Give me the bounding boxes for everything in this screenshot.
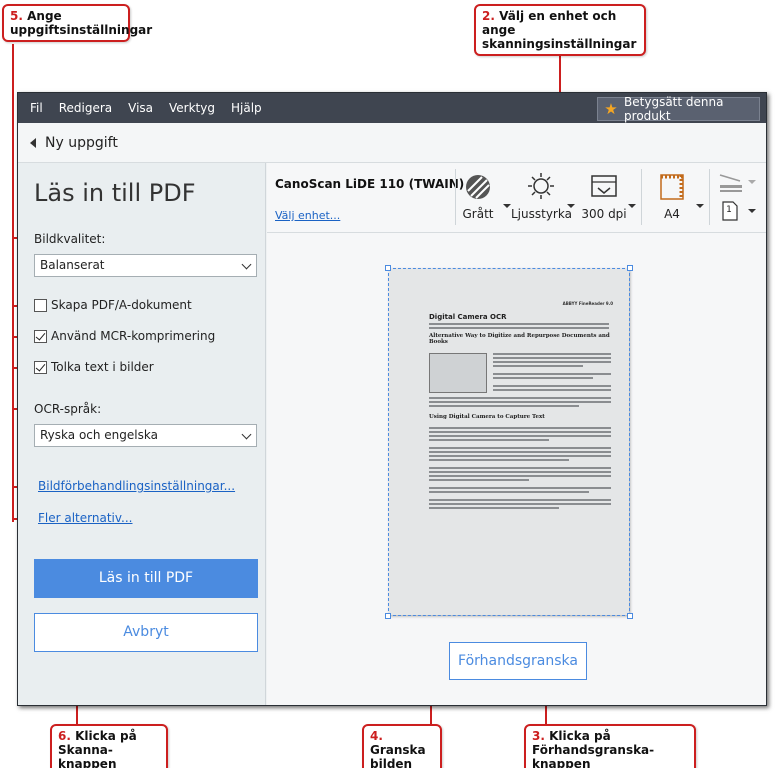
callout-4: 4. Granska bilden: [362, 724, 442, 768]
menu-help[interactable]: Hjälp: [223, 93, 270, 123]
image-quality-select[interactable]: Balanserat: [34, 254, 257, 277]
ocr-language-select[interactable]: Ryska och engelska: [34, 424, 257, 447]
ocr-language-value: Ryska och engelska: [40, 428, 158, 442]
page-count-button[interactable]: 1: [719, 201, 741, 223]
stage: Fil Redigera Visa Verktyg Hjälp ★ Betygs…: [0, 0, 775, 768]
feeder-dropdown-icon[interactable]: [748, 180, 756, 184]
mcr-checkbox[interactable]: [34, 329, 47, 343]
callout-5-number: 5.: [10, 9, 23, 23]
image-quality-value: Balanserat: [40, 258, 105, 272]
resolution-label: 300 dpi: [581, 207, 627, 221]
color-mode-button[interactable]: Grått: [459, 173, 497, 225]
resize-handle-tr[interactable]: [627, 265, 633, 271]
rate-product-button[interactable]: ★ Betygsätt denna produkt: [597, 95, 760, 123]
callout-5: 5. Ange uppgiftsinställningar: [2, 4, 152, 42]
device-name: CanoScan LiDE 110 (TWAIN): [275, 177, 465, 191]
selection-frame[interactable]: [388, 268, 630, 616]
create-pdfa-label: Skapa PDF/A-dokument: [51, 298, 192, 312]
back-arrow-icon[interactable]: [30, 137, 36, 148]
app-window: Fil Redigera Visa Verktyg Hjälp ★ Betygs…: [17, 92, 767, 706]
callout-4-text: Granska bilden: [370, 743, 426, 768]
preview-panel: CanoScan LiDE 110 (TWAIN) Välj enhet... …: [267, 163, 766, 705]
brightness-dropdown-icon[interactable]: [567, 204, 575, 208]
brightness-icon: [528, 173, 554, 199]
ocr-language-label: OCR-språk:: [34, 402, 102, 416]
ocr-images-label: Tolka text i bilder: [51, 360, 154, 374]
callout-5-text: Ange uppgiftsinställningar: [10, 9, 153, 37]
paper-size-icon: [660, 174, 684, 200]
ocr-images-checkbox[interactable]: [34, 360, 47, 374]
paper-size-button[interactable]: A4: [651, 173, 693, 225]
rate-product-label: Betygsätt denna produkt: [624, 95, 724, 123]
callout-2-text: Välj en enhet och ange skanningsinställn…: [482, 9, 637, 51]
scanner-toolbar: CanoScan LiDE 110 (TWAIN) Välj enhet... …: [267, 163, 766, 233]
mcr-label: Använd MCR-komprimering: [51, 329, 216, 343]
callout-3-number: 3.: [532, 729, 545, 743]
page-count-dropdown-icon[interactable]: [748, 209, 756, 213]
star-icon: ★: [604, 100, 618, 118]
mcr-option[interactable]: Använd MCR-komprimering: [34, 329, 215, 343]
resize-handle-br[interactable]: [627, 613, 633, 619]
page-count-label: 1: [726, 205, 732, 215]
resolution-dropdown-icon[interactable]: [628, 204, 636, 208]
new-task-link[interactable]: Ny uppgift: [45, 135, 118, 151]
feeder-icon[interactable]: [718, 171, 748, 195]
page-title: Läs in till PDF: [34, 179, 196, 207]
brightness-label: Ljusstyrka: [511, 207, 572, 221]
select-device-link[interactable]: Välj enhet...: [275, 209, 340, 222]
preprocessing-settings-link[interactable]: Bildförbehandlingsinställningar...: [38, 479, 235, 493]
menu-view[interactable]: Visa: [120, 93, 161, 123]
ocr-images-option[interactable]: Tolka text i bilder: [34, 360, 154, 374]
menu-edit[interactable]: Redigera: [51, 93, 120, 123]
toolbar-separator: [455, 169, 456, 225]
resize-handle-tl[interactable]: [385, 265, 391, 271]
color-mode-dropdown-icon[interactable]: [503, 204, 511, 208]
resize-handle-bl[interactable]: [385, 613, 391, 619]
brightness-button[interactable]: Ljusstyrka: [511, 173, 572, 225]
create-pdfa-checkbox[interactable]: [34, 298, 47, 312]
callout-2-number: 2.: [482, 9, 495, 23]
grayscale-icon: [466, 175, 490, 199]
resolution-icon: [591, 175, 617, 197]
callout-4-number: 4.: [370, 729, 383, 743]
task-header: Ny uppgift: [18, 123, 766, 163]
callout-5-line: [12, 44, 14, 522]
toolbar-separator: [641, 169, 642, 225]
paper-size-dropdown-icon[interactable]: [696, 204, 704, 208]
preview-button[interactable]: Förhandsgranska: [449, 642, 587, 680]
image-quality-label: Bildkvalitet:: [34, 232, 106, 246]
toolbar-separator: [709, 169, 710, 225]
callout-6-number: 6.: [58, 729, 71, 743]
scan-button[interactable]: Läs in till PDF: [34, 559, 258, 598]
more-options-link[interactable]: Fler alternativ...: [38, 511, 132, 525]
callout-2: 2. Välj en enhet och ange skanningsinstä…: [474, 4, 646, 56]
menu-file[interactable]: Fil: [18, 93, 51, 123]
paper-size-label: A4: [664, 207, 680, 221]
create-pdfa-option[interactable]: Skapa PDF/A-dokument: [34, 298, 192, 312]
settings-panel: Läs in till PDF Bildkvalitet: Balanserat…: [18, 163, 266, 705]
resolution-button[interactable]: 300 dpi: [579, 173, 629, 225]
menu-tools[interactable]: Verktyg: [161, 93, 223, 123]
chevron-down-icon: [241, 259, 252, 270]
callout-6: 6. Klicka på Skanna-knappen: [50, 724, 168, 768]
cancel-button[interactable]: Avbryt: [34, 613, 258, 652]
color-mode-label: Grått: [462, 207, 494, 221]
chevron-down-icon: [241, 429, 252, 440]
menu-bar: Fil Redigera Visa Verktyg Hjälp ★ Betygs…: [18, 93, 766, 123]
callout-3-text: Klicka på Förhandsgranska-knappen: [532, 729, 655, 768]
callout-3: 3. Klicka på Förhandsgranska-knappen: [524, 724, 696, 768]
